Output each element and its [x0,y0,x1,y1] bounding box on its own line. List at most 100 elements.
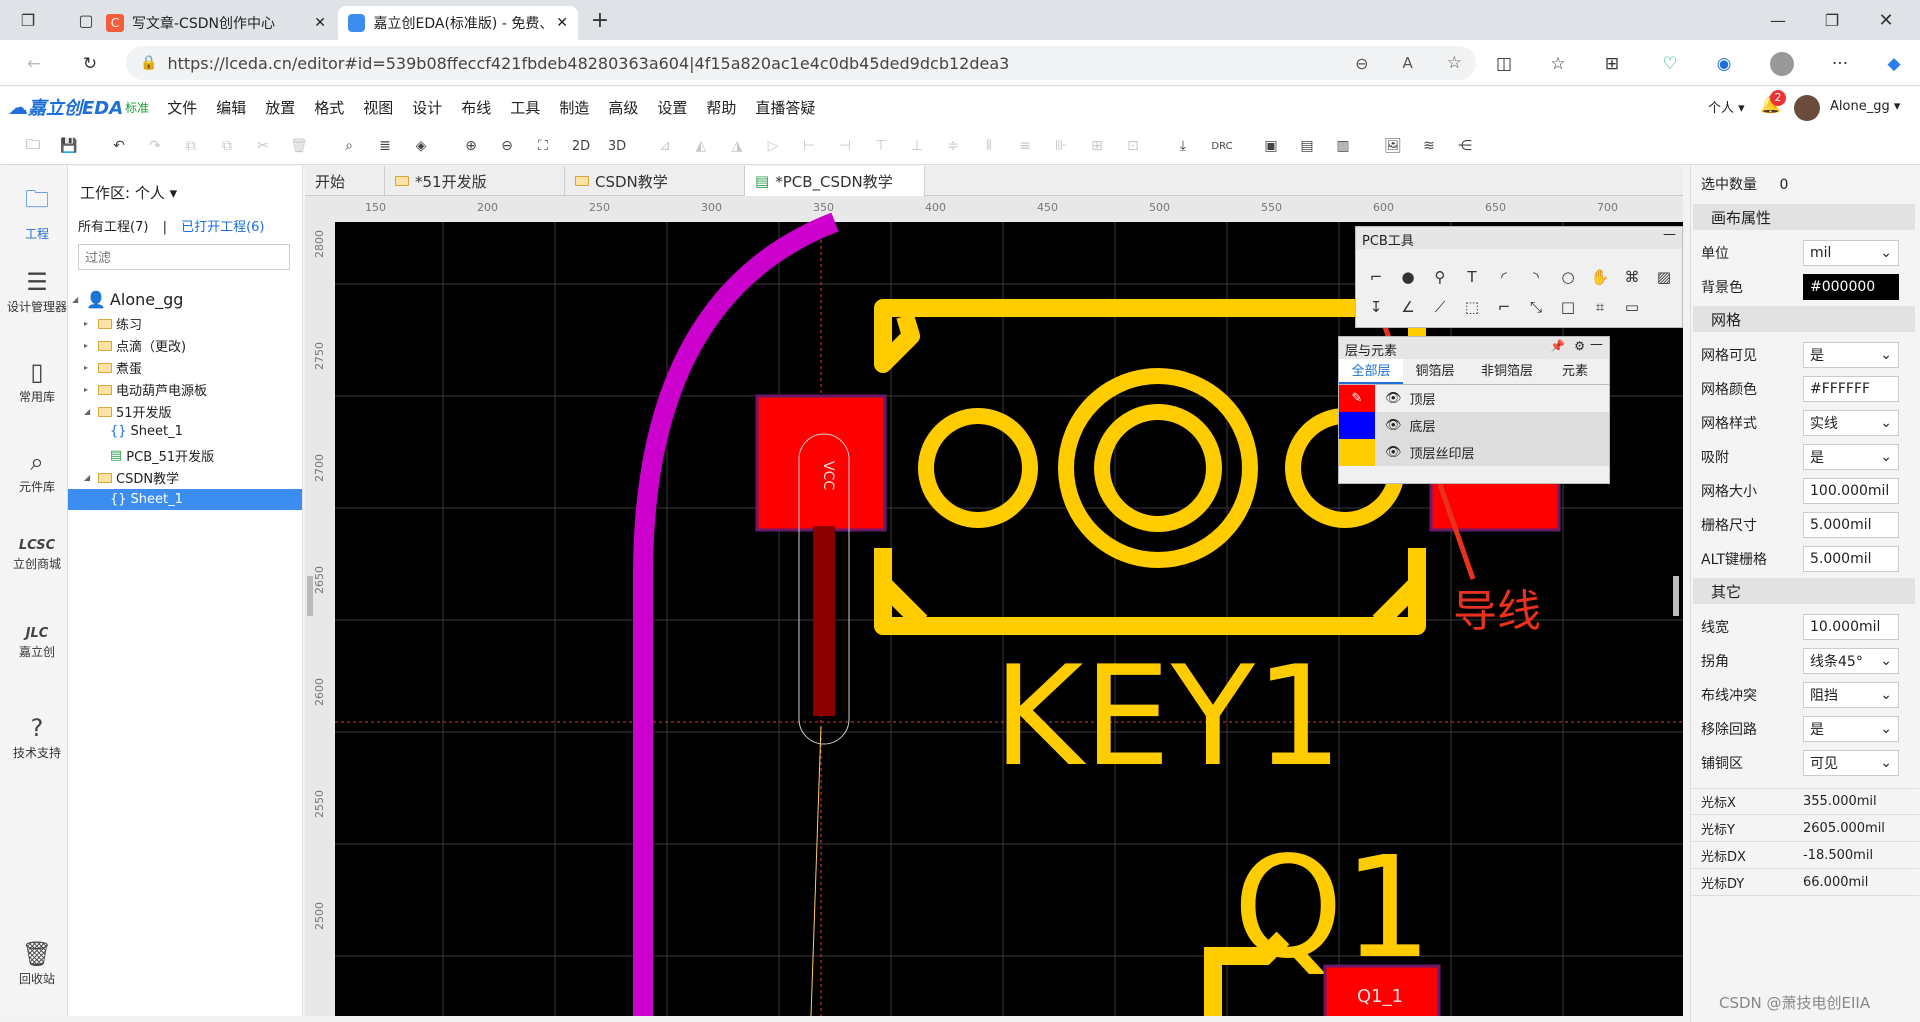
edge-icon[interactable]: ◉ [1710,50,1738,78]
tree-item[interactable]: ▸ 练习 [84,314,142,333]
collapsed-icon[interactable]: ▸ [84,319,94,328]
copy-icon[interactable]: ⧉ [180,135,202,157]
back-icon[interactable]: ← [20,50,48,78]
zoom-in-icon[interactable]: ⊕ [460,135,482,157]
open-icon[interactable]: 🗀 [22,135,44,157]
snap-select[interactable]: 是 ⌄ [1803,444,1899,470]
tab-non-copper-layers[interactable]: 非铜箔层 [1467,359,1547,384]
grid-step-input[interactable]: 5.000mil [1803,512,1899,538]
gear-icon[interactable]: ⚙ [1574,339,1585,353]
menu-format[interactable]: 格式 [314,97,344,118]
tab-pcb-csdn[interactable]: ▤ *PCB_CSDN教学 [745,166,925,196]
section-grid[interactable]: 网格 [1693,306,1915,332]
restore-icon[interactable]: ❐ [1812,6,1852,34]
more-icon[interactable]: ··· [1826,50,1854,78]
close-tab-icon[interactable]: ✕ [556,15,568,31]
section-other[interactable]: 其它 [1693,578,1915,604]
expand-icon[interactable]: ◢ [72,295,82,304]
erase-icon[interactable]: ◈ [410,135,432,157]
tab-copper-layers[interactable]: 铜箔层 [1403,359,1467,384]
workspaces-icon[interactable]: ❐ [8,6,48,34]
redo-icon[interactable]: ↷ [144,135,166,157]
menu-advanced[interactable]: 高级 [608,97,638,118]
tab-start[interactable]: 开始 [305,166,385,196]
solid-region-icon[interactable]: ⌐ [1492,295,1516,319]
close-window-icon[interactable]: ✕ [1866,6,1906,34]
line-width-input[interactable]: 10.000mil [1803,614,1899,640]
zoom-out-icon[interactable]: ⊖ [496,135,518,157]
leftbar-trash[interactable]: 🗑 回收站 [6,940,68,987]
close-tab-icon[interactable]: ✕ [314,15,326,31]
tab-51-board[interactable]: *51开发版 [385,166,565,196]
eye-icon[interactable]: 👁 [1385,445,1402,460]
distribute-h-icon[interactable]: ⦀ [978,135,1000,157]
tree-item[interactable]: ▸ 点滴（更改) [84,336,186,355]
delete-icon[interactable]: 🗑 [288,135,310,157]
health-icon[interactable]: ♡ [1656,50,1684,78]
username-dropdown[interactable]: Alone_gg ▾ [1830,99,1900,114]
distribute-icon[interactable]: ⊪ [1050,135,1072,157]
angle-tool-icon[interactable]: ∠ [1396,295,1420,319]
layer-row-silk[interactable]: 👁 顶层丝印层 [1339,439,1609,466]
grid-color-input[interactable]: #FFFFFF [1803,376,1899,402]
import-icon[interactable]: ⤓ [1172,135,1194,157]
profile-avatar-icon[interactable] [1768,50,1796,78]
opened-projects-link[interactable]: 已打开工程(6) [181,220,264,235]
track-tool-icon[interactable]: ⌐ [1364,265,1388,289]
tree-user[interactable]: ◢ 👤 Alone_gg [72,290,183,309]
panel-collapse-handle[interactable] [307,576,313,616]
layers-icon[interactable]: ≋ [1418,135,1440,157]
tab-elements[interactable]: 元素 [1547,359,1603,384]
collapsed-icon[interactable]: ▸ [84,385,94,394]
image-icon[interactable]: 🖼 [1382,135,1404,157]
tree-item[interactable]: ▸ 电动葫芦电源板 [84,380,207,399]
snap-tool-icon[interactable]: ⌗ [1588,295,1612,319]
favorites-icon[interactable]: ☆ [1544,50,1572,78]
rotate-icon[interactable]: ▷ [762,135,784,157]
menu-place[interactable]: 放置 [265,97,295,118]
minimize-panel-icon[interactable]: — [1590,337,1603,352]
eye-icon[interactable]: 👁 [1385,418,1402,433]
grid-style-select[interactable]: 实线 ⌄ [1803,410,1899,436]
collections-icon[interactable]: ⊞ [1598,50,1626,78]
collapsed-icon[interactable]: ▸ [84,341,94,350]
fit-view-icon[interactable]: ⛶ [532,135,554,157]
leftbar-lcsc[interactable]: LCSC 立创商城 [6,538,68,572]
expand-icon[interactable]: ◢ [84,473,94,482]
grid-align-icon[interactable]: ⊡ [1122,135,1144,157]
leftbar-library[interactable]: ▯ 常用库 [6,358,68,405]
leftbar-component-search[interactable]: ⌕ 元件库 [6,448,68,495]
measure-icon[interactable]: ⤡ [1524,295,1548,319]
dimension-tool-icon[interactable]: ↧ [1364,295,1388,319]
leftbar-project[interactable]: 🗀 工程 [6,182,68,242]
rect-select-icon[interactable]: ⬚ [1460,295,1484,319]
canvas-origin-icon[interactable]: ▭ [1620,295,1644,319]
tree-item[interactable]: ◢ 51开发版 [84,402,172,421]
conflict-select[interactable]: 阻挡 ⌄ [1803,682,1899,708]
search-icon[interactable]: ⌕ [338,135,360,157]
menu-design[interactable]: 设计 [412,97,442,118]
paste-icon[interactable]: ⧉ [216,135,238,157]
image-tool-icon[interactable]: ▨ [1652,265,1676,289]
all-projects-link[interactable]: 所有工程(7) [78,220,148,235]
find-similar-icon[interactable]: ≣ [374,135,396,157]
split-screen-icon[interactable]: ◫ [1490,50,1518,78]
alt-grid-input[interactable]: 5.000mil [1803,546,1899,572]
align-left-icon[interactable]: ⊢ [798,135,820,157]
copper-area-icon[interactable]: ⌘ [1620,265,1644,289]
tree-item-selected[interactable]: {} Sheet_1 [68,489,302,510]
menu-live-qa[interactable]: 直播答疑 [755,97,815,118]
menu-edit[interactable]: 编辑 [216,97,246,118]
group-icon[interactable]: ⊞ [1086,135,1108,157]
connect-tool-icon[interactable]: ⟋ [1428,295,1452,319]
remove-loop-select[interactable]: 是 ⌄ [1803,716,1899,742]
corner-select[interactable]: 线条45° ⌄ [1803,648,1899,674]
menu-fabrication[interactable]: 制造 [559,97,589,118]
zoom-icon[interactable]: ⊖ [1355,54,1368,73]
via-tool-icon[interactable]: ⚲ [1428,265,1452,289]
bom-icon[interactable]: ▣ [1260,135,1282,157]
align-right-icon[interactable]: ⊣ [834,135,856,157]
tree-item[interactable]: ▤ PCB_51开发版 [110,446,214,465]
avatar[interactable] [1794,95,1820,121]
user-scope-dropdown[interactable]: 个人 ▾ [1708,97,1745,116]
